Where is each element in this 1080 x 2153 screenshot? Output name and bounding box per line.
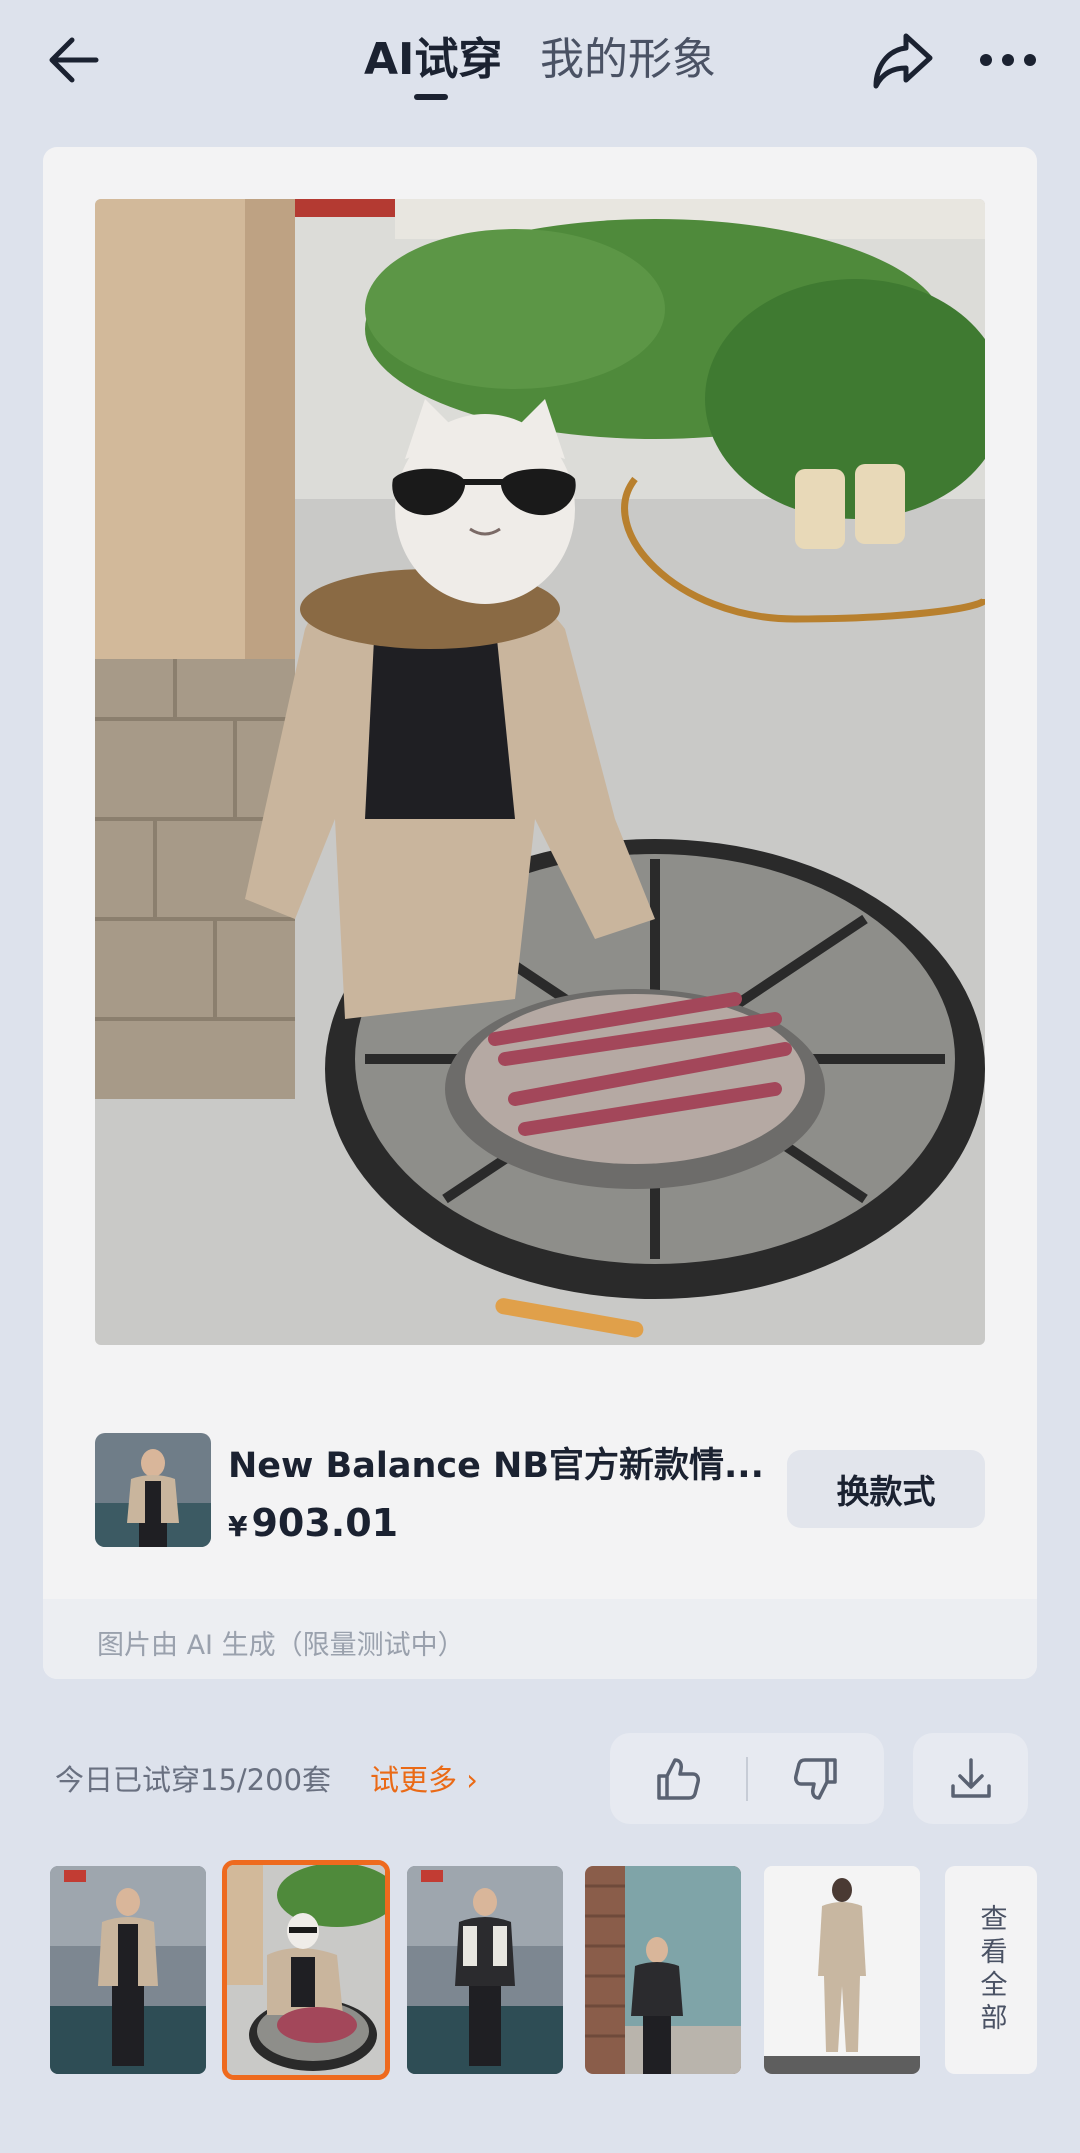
thumbs-down-icon: [794, 1757, 837, 1800]
view-all-button[interactable]: 查看全部: [945, 1866, 1037, 2074]
try-on-result-image[interactable]: [95, 199, 985, 1345]
dislike-button[interactable]: [748, 1733, 884, 1824]
try-more-link[interactable]: 试更多 ›: [370, 1757, 478, 1799]
product-name[interactable]: New Balance NB官方新款情...: [228, 1437, 768, 1488]
change-style-button[interactable]: 换款式: [787, 1450, 985, 1528]
feedback-group: [610, 1733, 884, 1824]
daily-usage-count: 今日已试穿15/200套: [55, 1763, 332, 1797]
share-icon: [873, 33, 933, 89]
try-on-thumbnail[interactable]: [585, 1866, 741, 2074]
currency-symbol: ¥: [228, 1510, 248, 1543]
try-on-thumbnail[interactable]: [407, 1866, 563, 2074]
share-button[interactable]: [868, 28, 938, 92]
more-horizontal-icon: [980, 54, 1036, 66]
tab-ai-try-on[interactable]: AI试穿: [364, 30, 502, 90]
view-all-label: 查看全部: [975, 1904, 1007, 2036]
try-on-card: New Balance NB官方新款情... ¥903.01 换款式 图片由 A…: [43, 147, 1037, 1679]
download-icon: [950, 1757, 991, 1798]
product-thumbnail[interactable]: [95, 1433, 211, 1547]
back-button[interactable]: [40, 30, 112, 90]
top-bar: AI试穿 我的形象: [0, 0, 1080, 130]
product-price: ¥903.01: [228, 1501, 398, 1545]
ai-generated-note: 图片由 AI 生成（限量测试中）: [97, 1630, 465, 1661]
try-on-thumbnail[interactable]: [50, 1866, 206, 2074]
tab-my-image[interactable]: 我的形象: [540, 30, 716, 90]
card-footer: 图片由 AI 生成（限量测试中）: [43, 1599, 1037, 1679]
arrow-left-icon: [49, 37, 99, 83]
download-button[interactable]: [913, 1733, 1028, 1824]
try-on-thumbnail-selected[interactable]: [222, 1860, 390, 2080]
tab-active-indicator: [414, 94, 448, 100]
more-options-button[interactable]: [972, 30, 1044, 90]
product-model-thumbnail[interactable]: [764, 1866, 920, 2074]
price-value: 903.01: [251, 1501, 399, 1545]
like-button[interactable]: [610, 1733, 746, 1824]
thumbs-up-icon: [657, 1757, 700, 1800]
